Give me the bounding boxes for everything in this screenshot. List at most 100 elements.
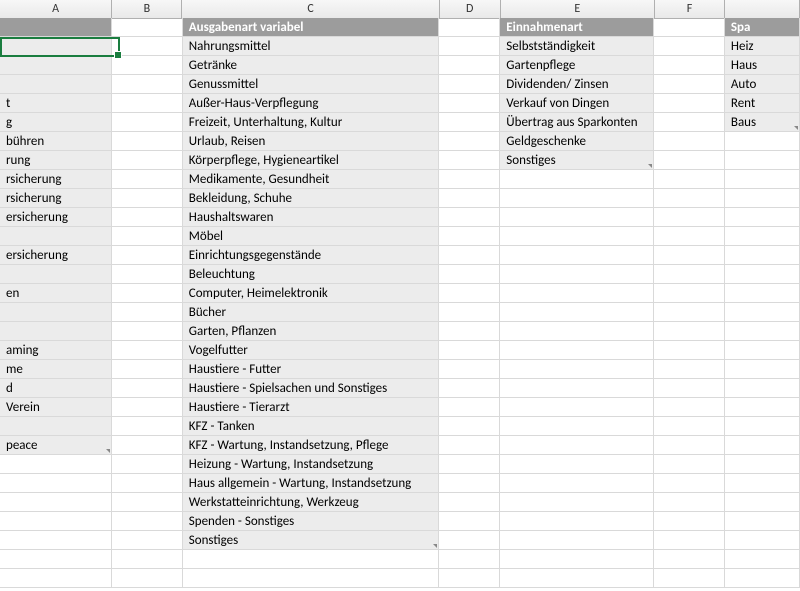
cell[interactable]: Heiz bbox=[725, 37, 800, 56]
cell[interactable] bbox=[439, 322, 500, 341]
cell[interactable] bbox=[112, 417, 182, 436]
cell[interactable] bbox=[654, 341, 724, 360]
cell[interactable] bbox=[500, 227, 654, 246]
cell[interactable] bbox=[112, 512, 182, 531]
cell[interactable] bbox=[500, 398, 654, 417]
cell[interactable] bbox=[112, 493, 182, 512]
cell[interactable] bbox=[654, 132, 724, 151]
cell[interactable] bbox=[654, 550, 724, 569]
cell[interactable] bbox=[112, 341, 182, 360]
cell[interactable] bbox=[439, 265, 500, 284]
col-header-C[interactable]: C bbox=[182, 0, 439, 18]
cell[interactable] bbox=[500, 379, 654, 398]
cell[interactable]: Sonstiges bbox=[183, 531, 439, 550]
cell[interactable] bbox=[500, 512, 654, 531]
cell[interactable] bbox=[725, 398, 800, 417]
cell[interactable]: Dividenden/ Zinsen bbox=[500, 75, 654, 94]
cell[interactable]: Körperpflege, Hygieneartikel bbox=[183, 151, 439, 170]
cell[interactable] bbox=[654, 303, 724, 322]
cell[interactable] bbox=[654, 56, 724, 75]
cell[interactable]: bühren bbox=[0, 132, 112, 151]
cell[interactable] bbox=[112, 322, 182, 341]
cell[interactable] bbox=[439, 246, 500, 265]
cell[interactable]: Baus bbox=[725, 113, 800, 132]
cell[interactable]: Verein bbox=[0, 398, 112, 417]
cell[interactable] bbox=[112, 151, 182, 170]
cell[interactable] bbox=[500, 246, 654, 265]
cell[interactable] bbox=[500, 322, 654, 341]
cell[interactable] bbox=[112, 227, 182, 246]
cell[interactable]: Getränke bbox=[183, 56, 439, 75]
cell[interactable] bbox=[0, 512, 112, 531]
cell[interactable] bbox=[725, 379, 800, 398]
cell[interactable] bbox=[654, 379, 724, 398]
cell[interactable] bbox=[725, 189, 800, 208]
cell[interactable] bbox=[0, 569, 112, 588]
cell[interactable] bbox=[500, 284, 654, 303]
cell[interactable] bbox=[500, 569, 654, 588]
cell[interactable] bbox=[0, 322, 112, 341]
cell[interactable] bbox=[500, 550, 654, 569]
cell[interactable] bbox=[439, 341, 500, 360]
cell[interactable]: Beleuchtung bbox=[183, 265, 439, 284]
cell[interactable] bbox=[725, 550, 800, 569]
cell[interactable] bbox=[654, 18, 724, 37]
cell[interactable]: rsicherung bbox=[0, 170, 112, 189]
cell[interactable]: en bbox=[0, 284, 112, 303]
cell[interactable] bbox=[0, 56, 112, 75]
cell[interactable] bbox=[112, 303, 182, 322]
cell[interactable]: Auto bbox=[725, 75, 800, 94]
cell[interactable] bbox=[654, 246, 724, 265]
cell[interactable]: Genussmittel bbox=[183, 75, 439, 94]
cell[interactable]: Haus allgemein - Wartung, Instandsetzung bbox=[183, 474, 439, 493]
cell[interactable]: Bücher bbox=[183, 303, 439, 322]
cell[interactable] bbox=[439, 132, 500, 151]
cell[interactable] bbox=[654, 455, 724, 474]
cell[interactable] bbox=[0, 417, 112, 436]
cell[interactable]: g bbox=[0, 113, 112, 132]
cell[interactable] bbox=[654, 113, 724, 132]
spreadsheet[interactable]: A B C D E F Ausgabenart variabel Einnahm… bbox=[0, 0, 800, 591]
cell[interactable] bbox=[725, 512, 800, 531]
cell[interactable] bbox=[654, 512, 724, 531]
cell[interactable]: Computer, Heimelektronik bbox=[183, 284, 439, 303]
cell[interactable]: Bekleidung, Schuhe bbox=[183, 189, 439, 208]
cell[interactable]: Sonstiges bbox=[500, 151, 654, 170]
cell[interactable] bbox=[112, 37, 182, 56]
cell[interactable] bbox=[500, 265, 654, 284]
cell[interactable] bbox=[654, 417, 724, 436]
cell[interactable] bbox=[439, 94, 500, 113]
cell[interactable] bbox=[439, 56, 500, 75]
cell[interactable]: rsicherung bbox=[0, 189, 112, 208]
cell[interactable]: Garten, Pflanzen bbox=[183, 322, 439, 341]
cell[interactable] bbox=[654, 493, 724, 512]
cell[interactable] bbox=[439, 398, 500, 417]
cell[interactable] bbox=[183, 550, 439, 569]
cell[interactable] bbox=[725, 436, 800, 455]
cell[interactable] bbox=[439, 189, 500, 208]
cell[interactable] bbox=[500, 474, 654, 493]
cell[interactable]: ersicherung bbox=[0, 208, 112, 227]
col-header-A[interactable]: A bbox=[0, 0, 112, 18]
cell[interactable]: peace bbox=[0, 436, 112, 455]
cell[interactable] bbox=[654, 265, 724, 284]
cell[interactable] bbox=[112, 531, 182, 550]
cell[interactable] bbox=[0, 474, 112, 493]
cell[interactable]: KFZ - Tanken bbox=[183, 417, 439, 436]
cell[interactable] bbox=[112, 189, 182, 208]
cell[interactable] bbox=[500, 531, 654, 550]
cell[interactable] bbox=[112, 550, 182, 569]
cell[interactable] bbox=[654, 360, 724, 379]
cell[interactable] bbox=[725, 531, 800, 550]
cell[interactable] bbox=[112, 94, 182, 113]
cell[interactable] bbox=[112, 379, 182, 398]
cell[interactable] bbox=[500, 189, 654, 208]
cell[interactable] bbox=[500, 360, 654, 379]
cell[interactable] bbox=[725, 284, 800, 303]
cell[interactable] bbox=[725, 132, 800, 151]
cell[interactable] bbox=[654, 75, 724, 94]
cell[interactable] bbox=[112, 113, 182, 132]
cell[interactable]: Gartenpflege bbox=[500, 56, 654, 75]
cell[interactable]: Haushaltswaren bbox=[183, 208, 439, 227]
cell[interactable] bbox=[725, 322, 800, 341]
